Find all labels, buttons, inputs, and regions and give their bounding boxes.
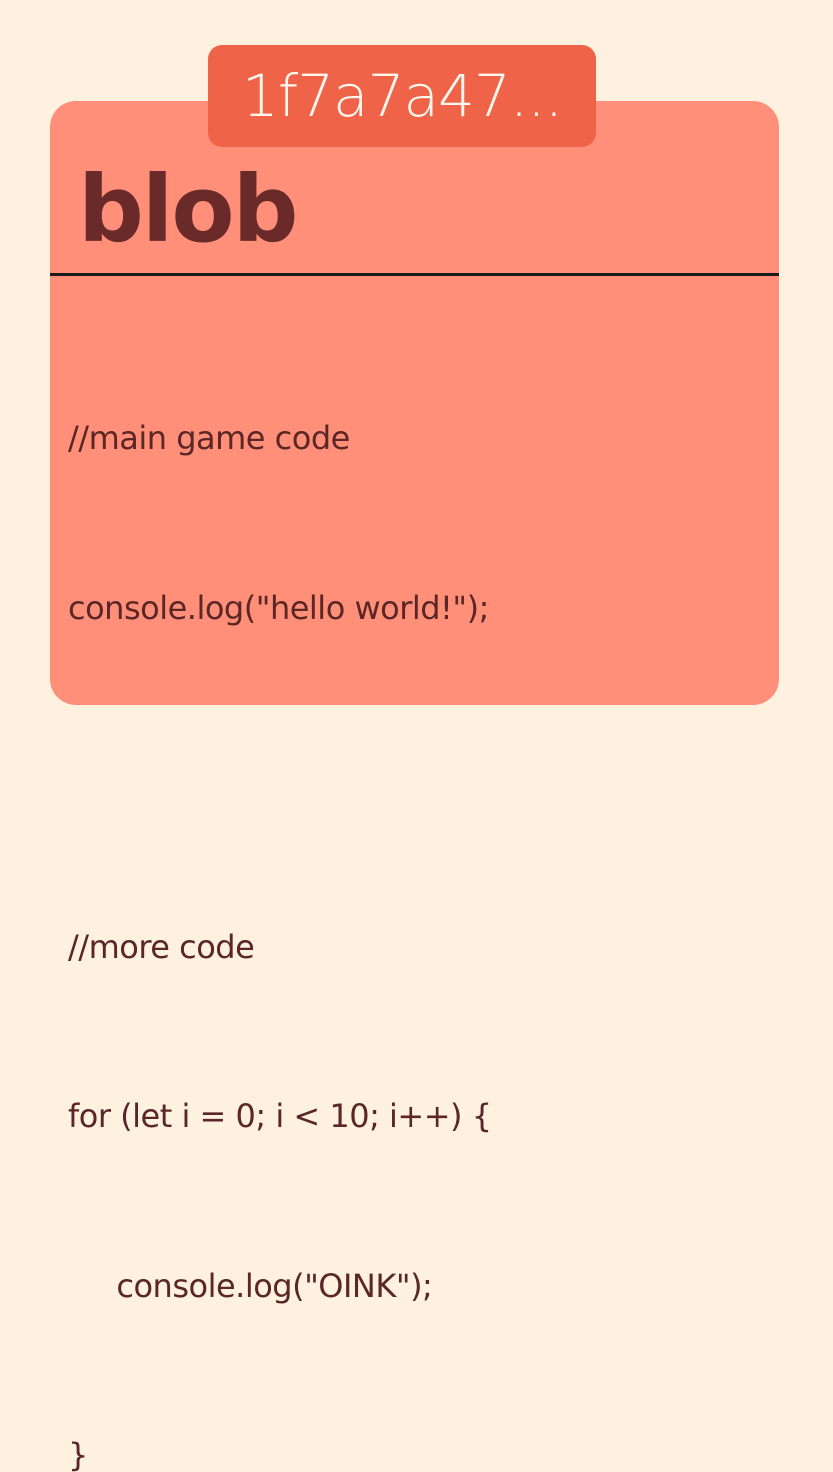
code-line: console.log("hello world!"); <box>68 588 489 627</box>
object-type-label: blob <box>78 156 298 263</box>
code-line: console.log("OINK"); <box>68 1266 433 1305</box>
code-line: //main game code <box>68 419 350 457</box>
object-hash-label: 1f7a7a47... <box>208 45 596 147</box>
code-line: for (let i = 0; i < 10; i++) { <box>68 1097 492 1135</box>
header-divider <box>50 273 779 276</box>
code-line: //more code <box>68 927 255 966</box>
file-content: //main game code console.log("hello worl… <box>68 297 492 1472</box>
code-line: } <box>68 1436 88 1472</box>
